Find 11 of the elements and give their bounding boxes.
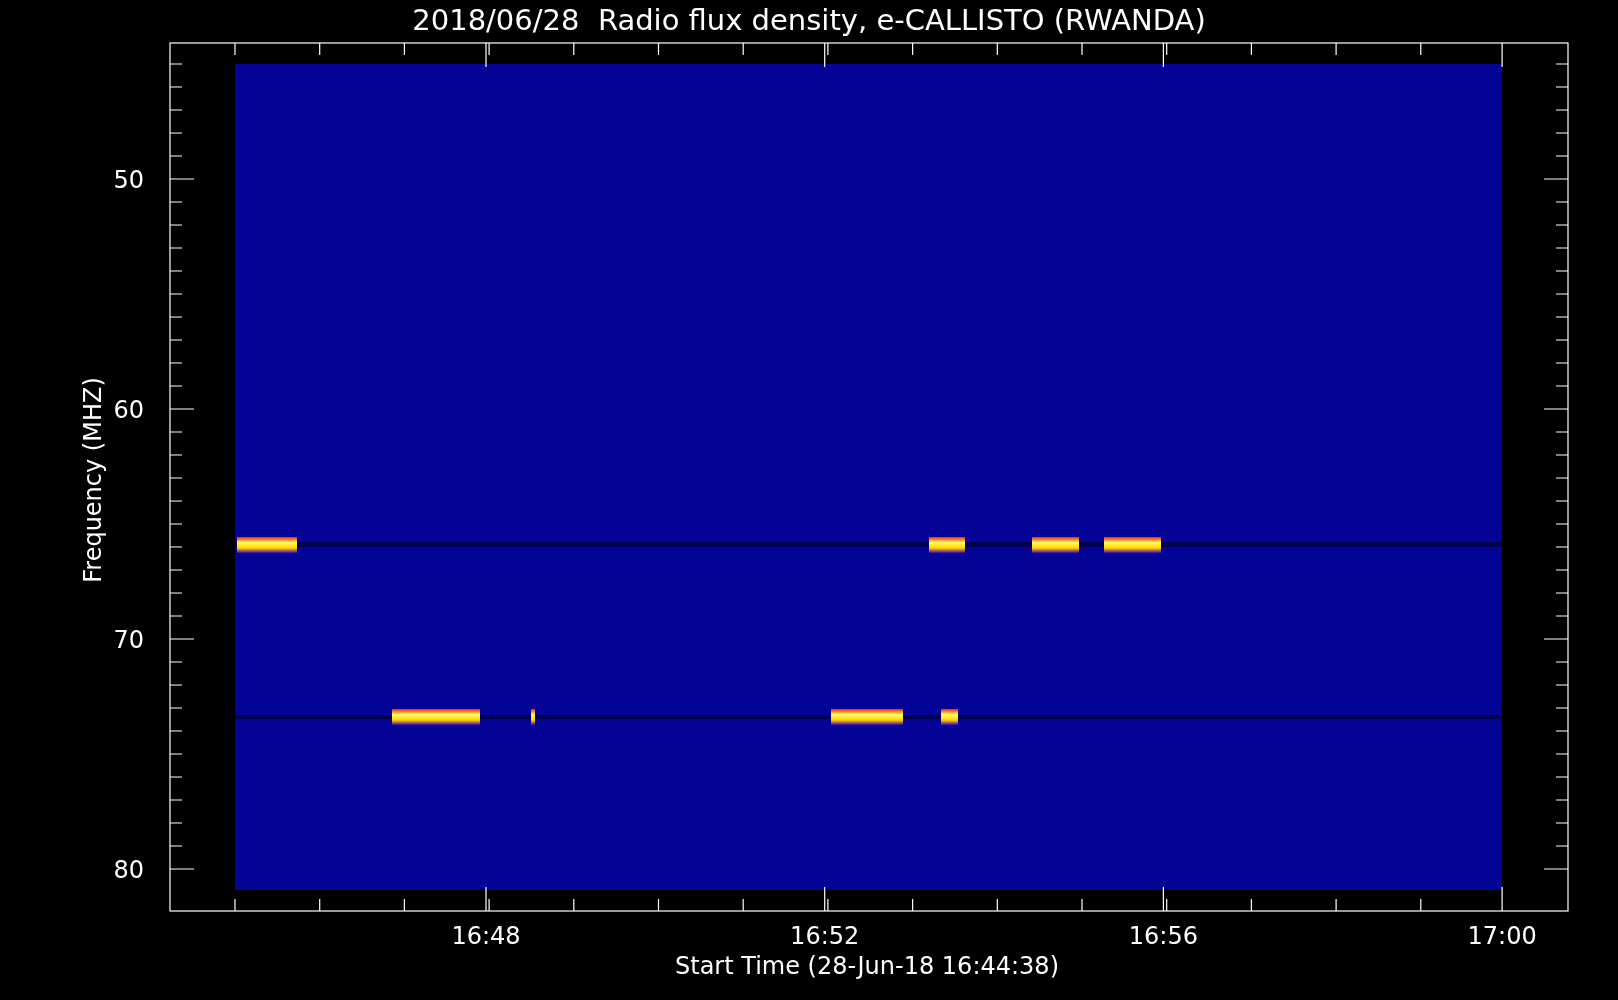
y-tick-label: 60: [113, 396, 144, 424]
y-tick-label: 80: [113, 856, 144, 884]
y-tick-label: 70: [113, 626, 144, 654]
x-tick-label: 16:48: [451, 922, 521, 950]
y-axis-label: Frequency (MHZ): [79, 377, 107, 583]
x-tick-label: 16:56: [1128, 922, 1198, 950]
x-tick-label: 17:00: [1467, 922, 1537, 950]
x-tick-label: 16:52: [790, 922, 860, 950]
y-tick-label: 50: [113, 166, 144, 194]
chart-title: 2018/06/28 Radio flux density, e-CALLISTO (RWANDA): [412, 3, 1206, 37]
x-axis-label: Start Time (28-Jun-18 16:44:38): [675, 952, 1059, 980]
